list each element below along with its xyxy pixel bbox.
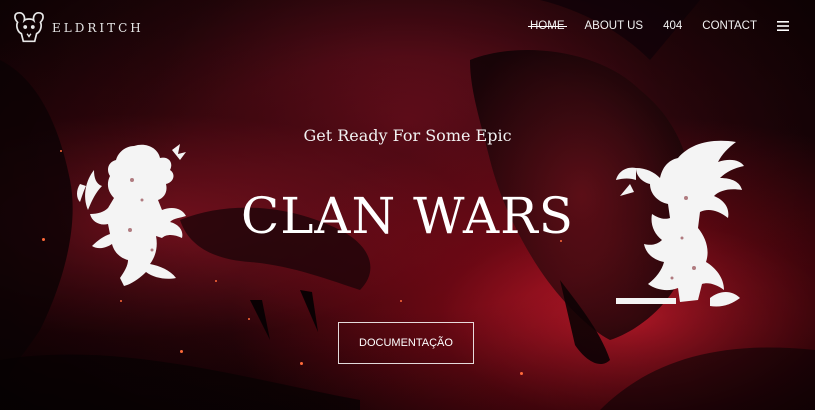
hamburger-menu-icon[interactable] xyxy=(777,21,789,31)
hero-tagline: Get Ready For Some Epic xyxy=(303,126,512,145)
ember-particle xyxy=(60,150,62,152)
brand-logo[interactable]: ELDRITCH xyxy=(10,8,144,48)
nav-item-home[interactable]: HOME xyxy=(528,20,566,32)
ram-skull-icon xyxy=(14,11,44,43)
nav-item-about-us[interactable]: ABOUT US xyxy=(585,20,644,32)
ember-particle xyxy=(520,372,523,375)
ember-particle xyxy=(120,300,122,302)
nav-item-404[interactable]: 404 xyxy=(663,20,682,32)
ember-particle xyxy=(248,318,250,320)
documentation-button[interactable]: DOCUMENTAÇÃO xyxy=(338,322,474,364)
nav-item-contact[interactable]: CONTACT xyxy=(702,20,757,32)
nav-menu: HOME ABOUT US 404 CONTACT xyxy=(510,20,789,32)
ember-particle xyxy=(400,300,402,302)
ember-particle xyxy=(215,280,217,282)
navbar: ELDRITCH HOME ABOUT US 404 CONTACT xyxy=(0,0,815,58)
ember-particle xyxy=(300,362,303,365)
ember-particle xyxy=(180,350,183,353)
brand-name: ELDRITCH xyxy=(52,21,144,35)
hero-title: CLAN WARS xyxy=(240,187,575,245)
